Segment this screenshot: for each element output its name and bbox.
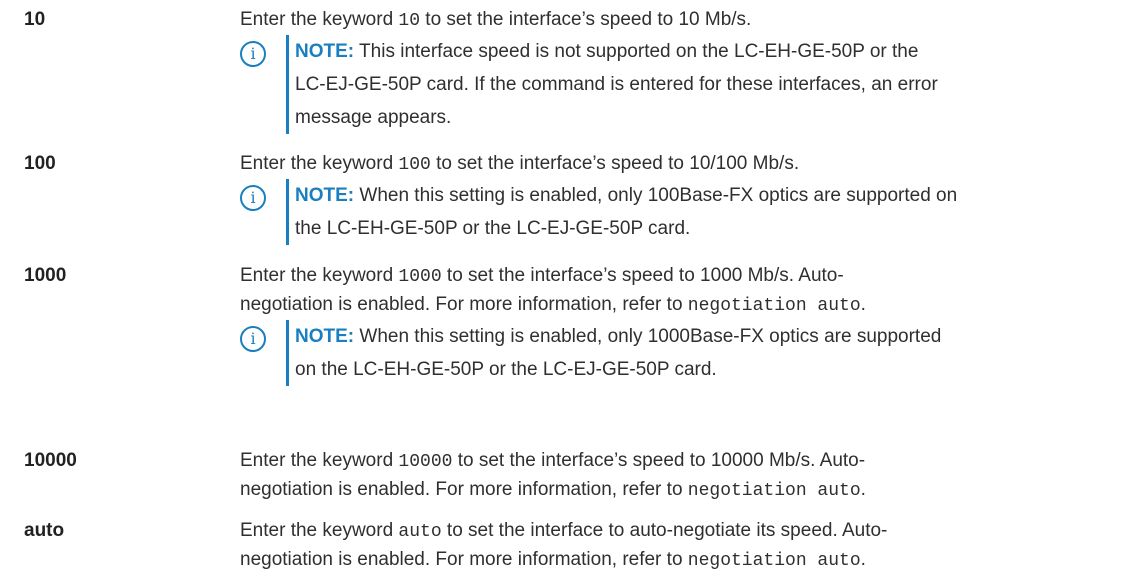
param-description: Enter the keyword 10000 to set the inter… — [240, 447, 1120, 505]
text: Enter the keyword — [240, 153, 399, 174]
text: to set the interface’s speed to 10000 Mb… — [452, 450, 866, 471]
command-reference: negotiation auto — [687, 296, 861, 316]
text: to set the interface’s speed to 1000 Mb/… — [441, 265, 844, 286]
text: to set the interface’s speed to 10/100 M… — [430, 153, 800, 174]
keyword-code: 100 — [398, 155, 431, 175]
description-line: Enter the keyword auto to set the interf… — [240, 517, 1120, 546]
info-icon: i — [240, 326, 266, 352]
keyword-code: 1000 — [398, 267, 442, 287]
note-line: message appears. — [295, 107, 452, 128]
param-description: Enter the keyword 10 to set the interfac… — [240, 6, 1120, 134]
note-body: NOTE: When this setting is enabled, only… — [286, 320, 1120, 386]
note-body: NOTE: This interface speed is not suppor… — [286, 35, 1120, 134]
description-line: negotiation is enabled. For more informa… — [240, 291, 1120, 320]
keyword-code: auto — [398, 522, 442, 542]
note-label: NOTE: — [295, 185, 355, 206]
text: . — [860, 294, 866, 315]
text: Enter the keyword — [240, 450, 399, 471]
note-line: on the LC-EH-GE-50P or the LC-EJ-GE-50P … — [295, 359, 717, 380]
param-term: 100 — [24, 153, 56, 174]
description-line: Enter the keyword 1000 to set the interf… — [240, 262, 1120, 291]
param-description: Enter the keyword 1000 to set the interf… — [240, 262, 1120, 386]
text: negotiation is enabled. For more informa… — [240, 294, 688, 315]
info-icon: i — [240, 185, 266, 211]
description-line: Enter the keyword 100 to set the interfa… — [240, 150, 1120, 179]
note-callout: i NOTE: When this setting is enabled, on… — [240, 179, 1120, 245]
note-line: the LC-EH-GE-50P or the LC-EJ-GE-50P car… — [295, 218, 691, 239]
param-term: 10 — [24, 9, 46, 30]
note-line: NOTE: When this setting is enabled, only… — [295, 179, 1120, 212]
text: negotiation is enabled. For more informa… — [240, 549, 688, 570]
note-callout: i NOTE: When this setting is enabled, on… — [240, 320, 1120, 386]
param-description: Enter the keyword auto to set the interf… — [240, 517, 1120, 575]
text: to set the interface to auto-negotiate i… — [441, 520, 888, 541]
param-term: 10000 — [24, 450, 77, 471]
text: to set the interface’s speed to 10 Mb/s. — [420, 9, 752, 30]
text: . — [860, 549, 866, 570]
note-text: When this setting is enabled, only 100Ba… — [354, 185, 958, 206]
note-line: NOTE: When this setting is enabled, only… — [295, 320, 1120, 353]
description-line: Enter the keyword 10000 to set the inter… — [240, 447, 1120, 476]
note-line: NOTE: This interface speed is not suppor… — [295, 35, 1120, 68]
parameter-table: 10 Enter the keyword 10 to set the inter… — [0, 0, 1148, 578]
command-reference: negotiation auto — [687, 481, 861, 501]
note-label: NOTE: — [295, 41, 355, 62]
note-callout: i NOTE: This interface speed is not supp… — [240, 35, 1120, 134]
text: . — [860, 479, 866, 500]
note-line: LC-EJ-GE-50P card. If the command is ent… — [295, 74, 938, 95]
text: negotiation is enabled. For more informa… — [240, 479, 688, 500]
note-text: This interface speed is not supported on… — [354, 41, 919, 62]
text: Enter the keyword — [240, 265, 399, 286]
text: Enter the keyword — [240, 520, 399, 541]
description-line: negotiation is enabled. For more informa… — [240, 476, 1120, 505]
note-label: NOTE: — [295, 326, 355, 347]
note-text: When this setting is enabled, only 1000B… — [354, 326, 942, 347]
description-line: negotiation is enabled. For more informa… — [240, 546, 1120, 575]
param-term: 1000 — [24, 265, 67, 286]
param-description: Enter the keyword 100 to set the interfa… — [240, 150, 1120, 245]
keyword-code: 10 — [398, 11, 421, 31]
keyword-code: 10000 — [398, 452, 453, 472]
param-term: auto — [24, 520, 65, 541]
description-line: Enter the keyword 10 to set the interfac… — [240, 6, 1120, 35]
note-body: NOTE: When this setting is enabled, only… — [286, 179, 1120, 245]
info-icon: i — [240, 41, 266, 67]
command-reference: negotiation auto — [687, 551, 861, 571]
text: Enter the keyword — [240, 9, 399, 30]
